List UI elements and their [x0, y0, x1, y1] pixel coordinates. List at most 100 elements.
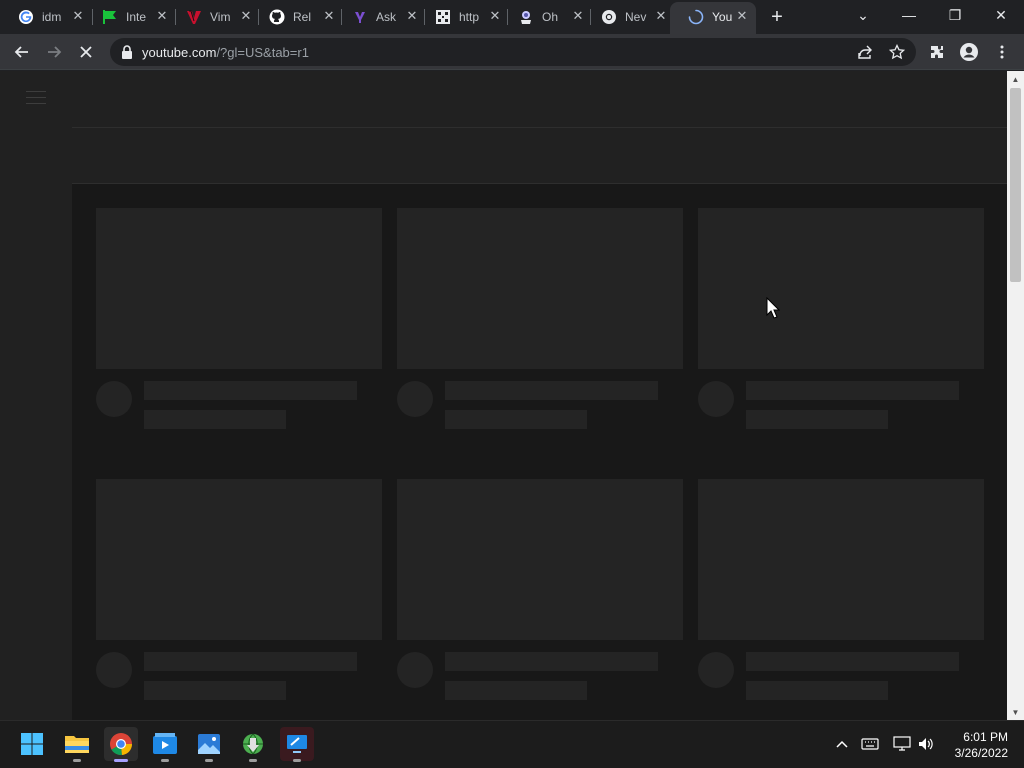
forward-button[interactable]	[42, 40, 66, 64]
tab-title: You	[712, 10, 733, 24]
page-scrollbar[interactable]: ▲ ▼	[1007, 71, 1024, 720]
masthead-placeholder	[72, 71, 1007, 128]
tab-title: Inte	[126, 10, 147, 24]
tab-http[interactable]: http ✕	[417, 2, 509, 32]
tab-vim[interactable]: Vim ✕	[168, 2, 260, 32]
avatar-icon	[960, 43, 978, 61]
tab-title: Ask	[376, 10, 397, 24]
menu-button[interactable]	[990, 40, 1014, 64]
video-title-placeholder	[144, 381, 357, 400]
tab-github[interactable]: Rel ✕	[251, 2, 343, 32]
mouse-cursor-icon	[766, 296, 781, 319]
url-host: youtube.com	[142, 45, 217, 60]
keyboard-icon[interactable]	[861, 735, 879, 753]
hamburger-menu-icon[interactable]	[26, 91, 46, 107]
share-icon[interactable]	[856, 43, 874, 61]
tab-title: Nev	[625, 10, 647, 24]
video-meta-placeholder	[746, 410, 888, 429]
video-thumbnail-placeholder	[96, 208, 382, 369]
video-meta-placeholder	[746, 681, 888, 700]
clock-date: 3/26/2022	[954, 746, 1008, 760]
scroll-down-arrow-icon[interactable]: ▼	[1007, 704, 1024, 720]
video-meta-placeholder	[445, 681, 587, 700]
video-title-placeholder	[445, 652, 658, 671]
url-text[interactable]: youtube.com/?gl=US&tab=r1	[142, 45, 309, 60]
idm-button[interactable]	[236, 727, 270, 762]
video-title-placeholder	[746, 381, 959, 400]
qr-icon	[435, 9, 451, 25]
scroll-up-arrow-icon[interactable]: ▲	[1007, 71, 1024, 87]
media-player-icon	[153, 733, 177, 754]
minimize-button[interactable]: —	[886, 0, 932, 30]
tab-title: Vim	[210, 10, 231, 24]
google-icon	[18, 9, 34, 25]
channel-avatar-placeholder	[698, 652, 734, 688]
lock-icon[interactable]	[120, 44, 134, 60]
tab-nev[interactable]: Nev ✕	[583, 2, 675, 32]
taskbar-clock[interactable]: 6:01 PM 3/26/2022	[944, 729, 1008, 761]
screen: idm ✕ Inte ✕ Vim ✕ Rel ✕ Ask ✕ http ✕ Oh…	[0, 0, 1024, 768]
back-button[interactable]	[10, 40, 34, 64]
video-thumbnail-placeholder	[698, 479, 984, 640]
guide-sidebar	[0, 71, 72, 720]
start-button[interactable]	[15, 727, 49, 761]
close-window-button[interactable]: ✕	[978, 0, 1024, 30]
volume-icon[interactable]	[917, 735, 935, 753]
url-path: /?gl=US&tab=r1	[216, 45, 309, 60]
tab-google[interactable]: idm ✕	[0, 2, 92, 32]
browser-toolbar: youtube.com/?gl=US&tab=r1	[0, 34, 1024, 70]
channel-avatar-placeholder	[698, 381, 734, 417]
video-title-placeholder	[144, 652, 357, 671]
green-flag-icon	[102, 9, 118, 25]
close-icon[interactable]: ✕	[734, 8, 750, 24]
kebab-menu-icon	[1000, 45, 1004, 59]
stop-button[interactable]	[74, 40, 98, 64]
tab-search-button[interactable]: ⌄	[840, 0, 886, 30]
tab-title: http	[459, 10, 480, 24]
loading-spinner-icon	[688, 9, 704, 25]
address-bar[interactable]: youtube.com/?gl=US&tab=r1	[110, 38, 916, 66]
bookmark-star-icon[interactable]	[888, 43, 906, 61]
chrome-taskbar-button[interactable]	[104, 727, 138, 762]
clock-time: 6:01 PM	[963, 730, 1008, 744]
network-icon[interactable]	[893, 735, 911, 753]
back-arrow-icon	[14, 46, 28, 58]
channel-avatar-placeholder	[96, 652, 132, 688]
yahoo-icon	[352, 9, 368, 25]
scroll-thumb[interactable]	[1010, 88, 1021, 282]
tab-youtube[interactable]: You ✕	[670, 2, 756, 34]
tab-ask[interactable]: Ask ✕	[334, 2, 426, 32]
channel-avatar-placeholder	[397, 381, 433, 417]
tab-strip: idm ✕ Inte ✕ Vim ✕ Rel ✕ Ask ✕ http ✕ Oh…	[0, 0, 1024, 34]
photos-button[interactable]	[192, 727, 226, 762]
chrome-icon	[110, 733, 133, 756]
page-viewport	[0, 71, 1007, 720]
tab-title: idm	[42, 10, 62, 24]
media-player-button[interactable]	[148, 727, 182, 762]
video-thumbnail-placeholder	[397, 479, 683, 640]
chip-bar-placeholder	[72, 128, 1007, 184]
tab-inte[interactable]: Inte ✕	[84, 2, 176, 32]
remote-desktop-button[interactable]	[280, 727, 314, 762]
profile-button[interactable]	[957, 40, 981, 64]
chrome-icon	[601, 9, 617, 25]
file-explorer-button[interactable]	[60, 727, 94, 762]
stack-icon	[518, 9, 534, 25]
channel-avatar-placeholder	[397, 652, 433, 688]
start-button-icon	[21, 733, 43, 755]
idm-icon	[243, 733, 263, 755]
puzzle-icon	[931, 46, 943, 58]
github-icon	[269, 9, 285, 25]
remote-desktop-icon	[287, 735, 307, 753]
stop-icon	[80, 46, 92, 58]
new-tab-button[interactable]: +	[766, 6, 788, 28]
tab-oh[interactable]: Oh ✕	[500, 2, 592, 32]
close-icon[interactable]: ✕	[653, 8, 669, 24]
video-title-placeholder	[445, 381, 658, 400]
tab-title: Rel	[293, 10, 312, 24]
file-explorer-icon	[65, 736, 89, 753]
extensions-button[interactable]	[925, 40, 949, 64]
photos-icon	[198, 734, 220, 754]
tray-overflow-chevron-icon[interactable]	[833, 735, 851, 753]
restore-button[interactable]: ❐	[932, 0, 978, 30]
